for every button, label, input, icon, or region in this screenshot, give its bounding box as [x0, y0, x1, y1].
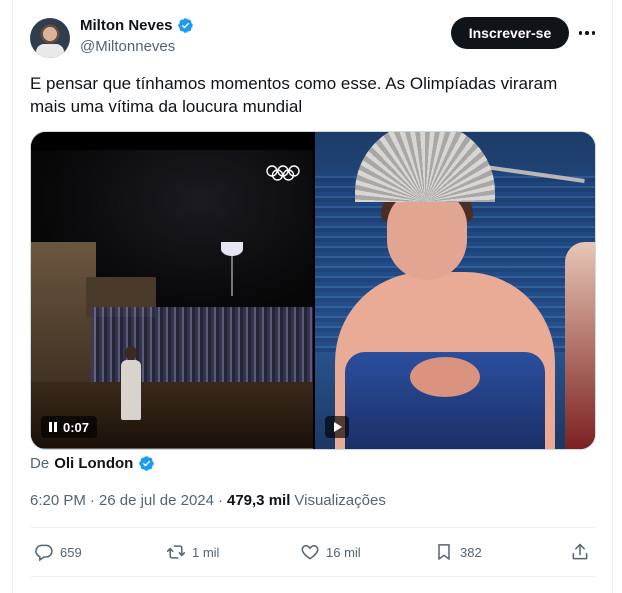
divider — [30, 527, 596, 528]
action-bar: 659 1 mil 16 mil 382 — [30, 538, 596, 566]
media-grid: 0:07 — [30, 131, 596, 450]
olympic-rings-icon — [266, 165, 300, 181]
torchbearer — [121, 360, 141, 420]
verified-badge-icon — [139, 456, 155, 471]
play-button[interactable] — [325, 416, 349, 438]
play-icon — [334, 422, 342, 432]
avatar-shirt — [36, 44, 64, 58]
more-options-icon[interactable] — [574, 20, 600, 46]
source-prefix: De — [30, 455, 50, 472]
reply-count: 659 — [60, 544, 82, 560]
source-name[interactable]: Oli London — [54, 455, 133, 472]
share-button[interactable] — [570, 538, 590, 566]
tweet-date[interactable]: 26 de jul de 2024 — [99, 492, 214, 509]
frame-border-left — [12, 0, 13, 593]
tweet-meta: 6:20 PM · 26 de jul de 2024 · 479,3 mil … — [30, 492, 386, 509]
video-source: De Oli London — [30, 455, 155, 472]
like-count: 16 mil — [326, 544, 361, 560]
reply-icon — [35, 544, 53, 562]
heart-hands — [410, 357, 480, 397]
author-name[interactable]: Milton Neves — [80, 17, 173, 34]
reply-button[interactable]: 659 — [34, 538, 82, 566]
pause-icon — [49, 422, 57, 432]
repost-button[interactable]: 1 mil — [166, 538, 219, 566]
video-progress-bar[interactable] — [31, 448, 313, 449]
video-thumbnail[interactable]: 0:07 — [31, 132, 313, 449]
like-button[interactable]: 16 mil — [300, 538, 361, 566]
share-icon — [572, 543, 588, 560]
meta-separator: · — [217, 492, 223, 509]
heart-icon — [301, 544, 319, 560]
tweet-text: E pensar que tínhamos momentos como esse… — [30, 74, 558, 116]
bookmark-count: 382 — [460, 544, 482, 560]
subscribe-button[interactable]: Inscrever-se — [451, 17, 569, 49]
verified-badge-icon — [177, 18, 193, 33]
bookmark-icon — [438, 544, 450, 560]
headdress — [355, 132, 495, 202]
video-progress-fill — [31, 448, 46, 449]
second-video-thumbnail[interactable] — [315, 132, 595, 449]
video-time: 0:07 — [63, 419, 90, 435]
author-name-row[interactable]: Milton Neves — [80, 17, 194, 34]
frame-border-right — [612, 0, 613, 593]
views-label: Visualizações — [294, 492, 386, 509]
author-handle[interactable]: @Miltonneves — [80, 38, 175, 55]
meta-separator: · — [89, 492, 95, 509]
views-count: 479,3 mil — [226, 492, 291, 509]
repost-count: 1 mil — [192, 544, 220, 560]
repost-icon — [166, 545, 186, 559]
video-pause-control[interactable]: 0:07 — [41, 416, 98, 438]
bookmark-button[interactable]: 382 — [434, 538, 482, 566]
cauldron — [221, 242, 243, 256]
tweet-time[interactable]: 6:20 PM — [30, 492, 86, 509]
divider — [30, 576, 596, 577]
avatar[interactable] — [30, 18, 70, 58]
